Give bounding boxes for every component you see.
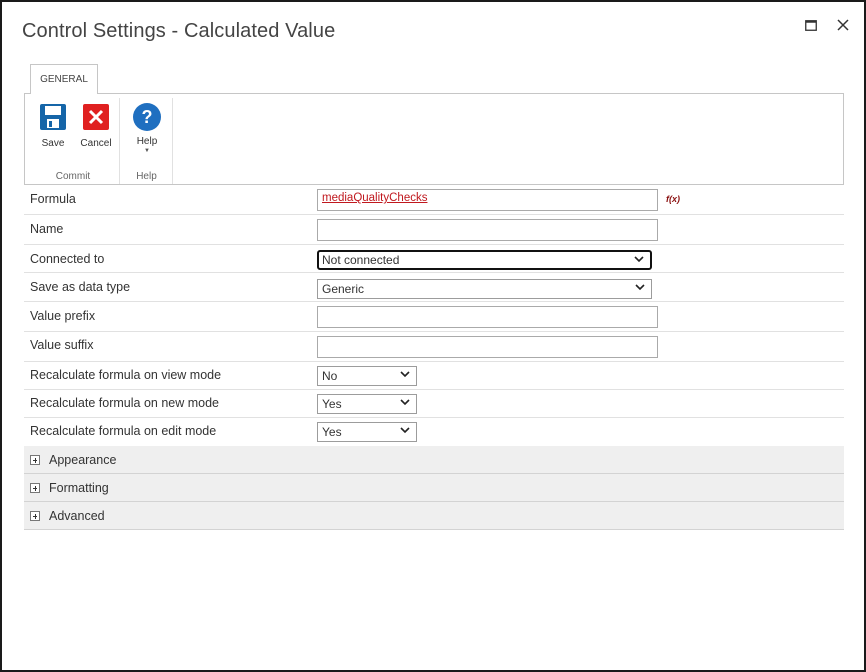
control-settings-dialog: Control Settings - Calculated Value GENE… <box>0 0 866 672</box>
save-icon <box>38 102 68 132</box>
svg-text:?: ? <box>142 107 153 127</box>
value-prefix-row: Value prefix <box>24 302 844 332</box>
section-formatting[interactable]: Formatting <box>24 474 844 502</box>
recalc-new-select[interactable]: Yes <box>317 394 417 414</box>
save-button[interactable]: Save <box>31 102 75 158</box>
recalc-edit-value: Yes <box>322 425 342 439</box>
section-formatting-label: Formatting <box>49 481 109 495</box>
recalc-new-label: Recalculate formula on new mode <box>30 396 219 410</box>
dropdown-arrow-icon: ▼ <box>144 148 150 154</box>
ribbon-toolbar: Save Cancel Commit ? Help ▼ Help <box>24 93 844 185</box>
recalc-view-row: Recalculate formula on view mode No <box>24 362 844 390</box>
connected-to-row: Connected to Not connected <box>24 245 844 273</box>
formula-field[interactable]: mediaQualityChecks <box>317 189 658 211</box>
close-icon <box>837 19 849 31</box>
recalc-edit-label: Recalculate formula on edit mode <box>30 424 217 438</box>
maximize-button[interactable] <box>800 14 822 36</box>
value-suffix-row: Value suffix <box>24 332 844 362</box>
maximize-icon <box>805 19 817 31</box>
connected-to-value: Not connected <box>322 253 400 267</box>
close-button[interactable] <box>832 14 854 36</box>
formula-row: Formula mediaQualityChecks f(x) <box>24 185 844 215</box>
help-icon: ? <box>132 102 162 132</box>
ribbon-group-commit: Save Cancel Commit <box>27 98 120 184</box>
save-label: Save <box>41 138 65 149</box>
ribbon-group-help: ? Help ▼ Help <box>121 98 173 184</box>
chevron-down-icon <box>400 427 410 434</box>
formula-link[interactable]: mediaQualityChecks <box>322 192 427 204</box>
value-prefix-input[interactable] <box>317 306 658 328</box>
section-advanced-label: Advanced <box>49 509 105 523</box>
expand-icon <box>30 455 40 465</box>
recalc-view-label: Recalculate formula on view mode <box>30 368 222 382</box>
dialog-title: Control Settings - Calculated Value <box>22 20 336 42</box>
recalc-new-value: Yes <box>322 397 342 411</box>
expand-icon <box>30 483 40 493</box>
name-row: Name <box>24 215 844 245</box>
cancel-icon <box>81 102 111 132</box>
save-as-data-type-row: Save as data type Generic <box>24 273 844 302</box>
tab-general[interactable]: GENERAL <box>30 64 98 94</box>
section-appearance-label: Appearance <box>49 453 117 467</box>
help-button[interactable]: ? Help ▼ <box>125 102 169 158</box>
name-label: Name <box>30 222 64 236</box>
connected-to-label: Connected to <box>30 252 105 266</box>
value-prefix-label: Value prefix <box>30 309 96 323</box>
save-as-data-type-label: Save as data type <box>30 280 131 294</box>
name-input[interactable] <box>317 219 658 241</box>
recalc-new-row: Recalculate formula on new mode Yes <box>24 390 844 418</box>
recalc-view-select[interactable]: No <box>317 366 417 386</box>
formula-builder-icon[interactable]: f(x) <box>666 194 680 204</box>
commit-group-label: Commit <box>55 171 91 182</box>
chevron-down-icon <box>634 256 644 263</box>
expand-icon <box>30 511 40 521</box>
help-group-label: Help <box>136 171 157 182</box>
value-suffix-input[interactable] <box>317 336 658 358</box>
chevron-down-icon <box>400 371 410 378</box>
formula-label: Formula <box>30 192 76 206</box>
cancel-button[interactable]: Cancel <box>74 102 118 158</box>
section-advanced[interactable]: Advanced <box>24 502 844 530</box>
value-suffix-label: Value suffix <box>30 338 94 352</box>
chevron-down-icon <box>635 284 645 291</box>
recalc-view-value: No <box>322 369 338 383</box>
save-as-data-type-select[interactable]: Generic <box>317 279 652 299</box>
section-appearance[interactable]: Appearance <box>24 446 844 474</box>
recalc-edit-select[interactable]: Yes <box>317 422 417 442</box>
cancel-label: Cancel <box>80 138 112 149</box>
chevron-down-icon <box>400 399 410 406</box>
help-label: Help <box>136 136 158 147</box>
connected-to-select[interactable]: Not connected <box>317 250 652 270</box>
settings-form: Formula mediaQualityChecks f(x) Name Con… <box>24 185 844 530</box>
save-as-data-type-value: Generic <box>322 282 365 296</box>
recalc-edit-row: Recalculate formula on edit mode Yes <box>24 418 844 446</box>
